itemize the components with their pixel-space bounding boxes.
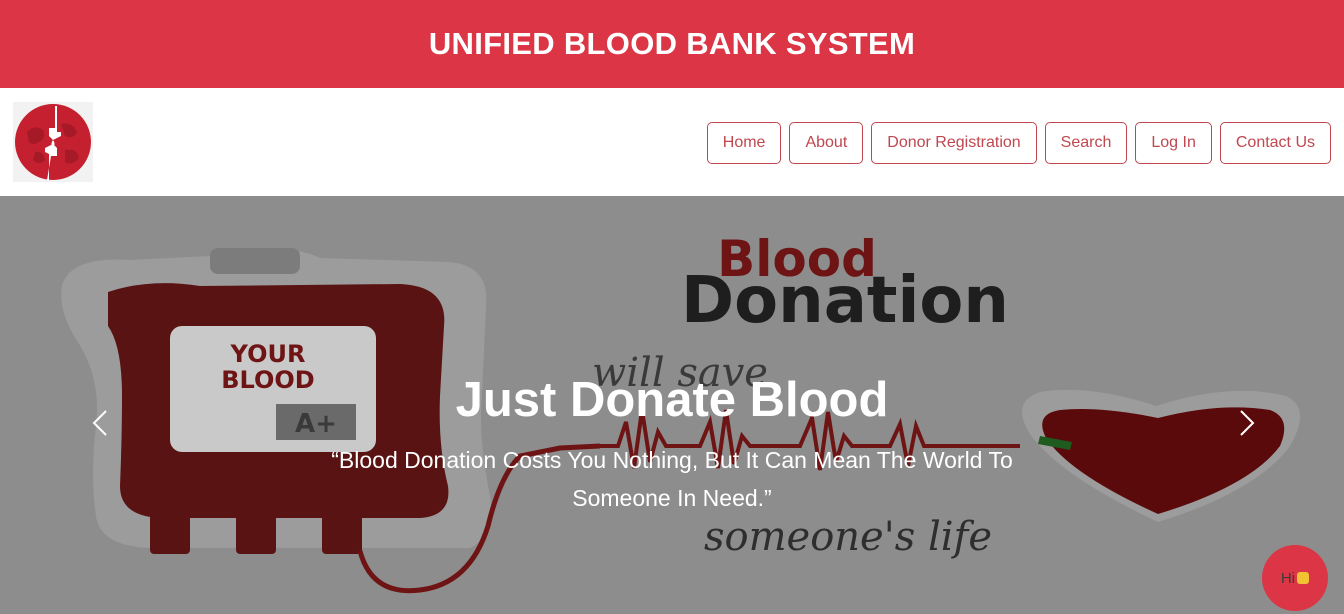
blood-drop-hands-logo-icon bbox=[15, 104, 91, 180]
hero-carousel: YOUR BLOOD A+ Blood Donation will save s… bbox=[0, 196, 1344, 614]
banner-script-someones-life: someone's life bbox=[704, 514, 992, 560]
chevron-right-icon bbox=[1240, 410, 1255, 436]
banner-headline-donation: Donation bbox=[681, 264, 1009, 338]
site-header: UNIFIED BLOOD BANK SYSTEM bbox=[0, 0, 1344, 88]
waving-hand-icon bbox=[1297, 571, 1310, 584]
chat-button[interactable]: Hi bbox=[1262, 545, 1328, 611]
logo[interactable] bbox=[13, 102, 93, 182]
nav-contact-us-button[interactable]: Contact Us bbox=[1219, 122, 1331, 164]
hero-title: Just Donate Blood bbox=[455, 373, 889, 427]
bag-label-line1: YOUR bbox=[230, 340, 306, 368]
carousel-prev-button[interactable] bbox=[82, 401, 122, 445]
nav-search-button[interactable]: Search bbox=[1044, 122, 1128, 164]
carousel-next-button[interactable] bbox=[1227, 401, 1267, 445]
hero-quote: “Blood Donation Costs You Nothing, But I… bbox=[331, 447, 1013, 511]
nav-home-button[interactable]: Home bbox=[706, 122, 782, 164]
chevron-left-icon bbox=[92, 410, 107, 436]
nav-donor-registration-button[interactable]: Donor Registration bbox=[871, 122, 1037, 164]
nav-links: Home About Donor Registration Search Log… bbox=[706, 122, 1331, 164]
navbar: Home About Donor Registration Search Log… bbox=[0, 88, 1344, 196]
nav-about-button[interactable]: About bbox=[789, 122, 864, 164]
nav-login-button[interactable]: Log In bbox=[1135, 122, 1212, 164]
chat-label: Hi bbox=[1281, 570, 1310, 587]
site-title: UNIFIED BLOOD BANK SYSTEM bbox=[428, 26, 916, 61]
